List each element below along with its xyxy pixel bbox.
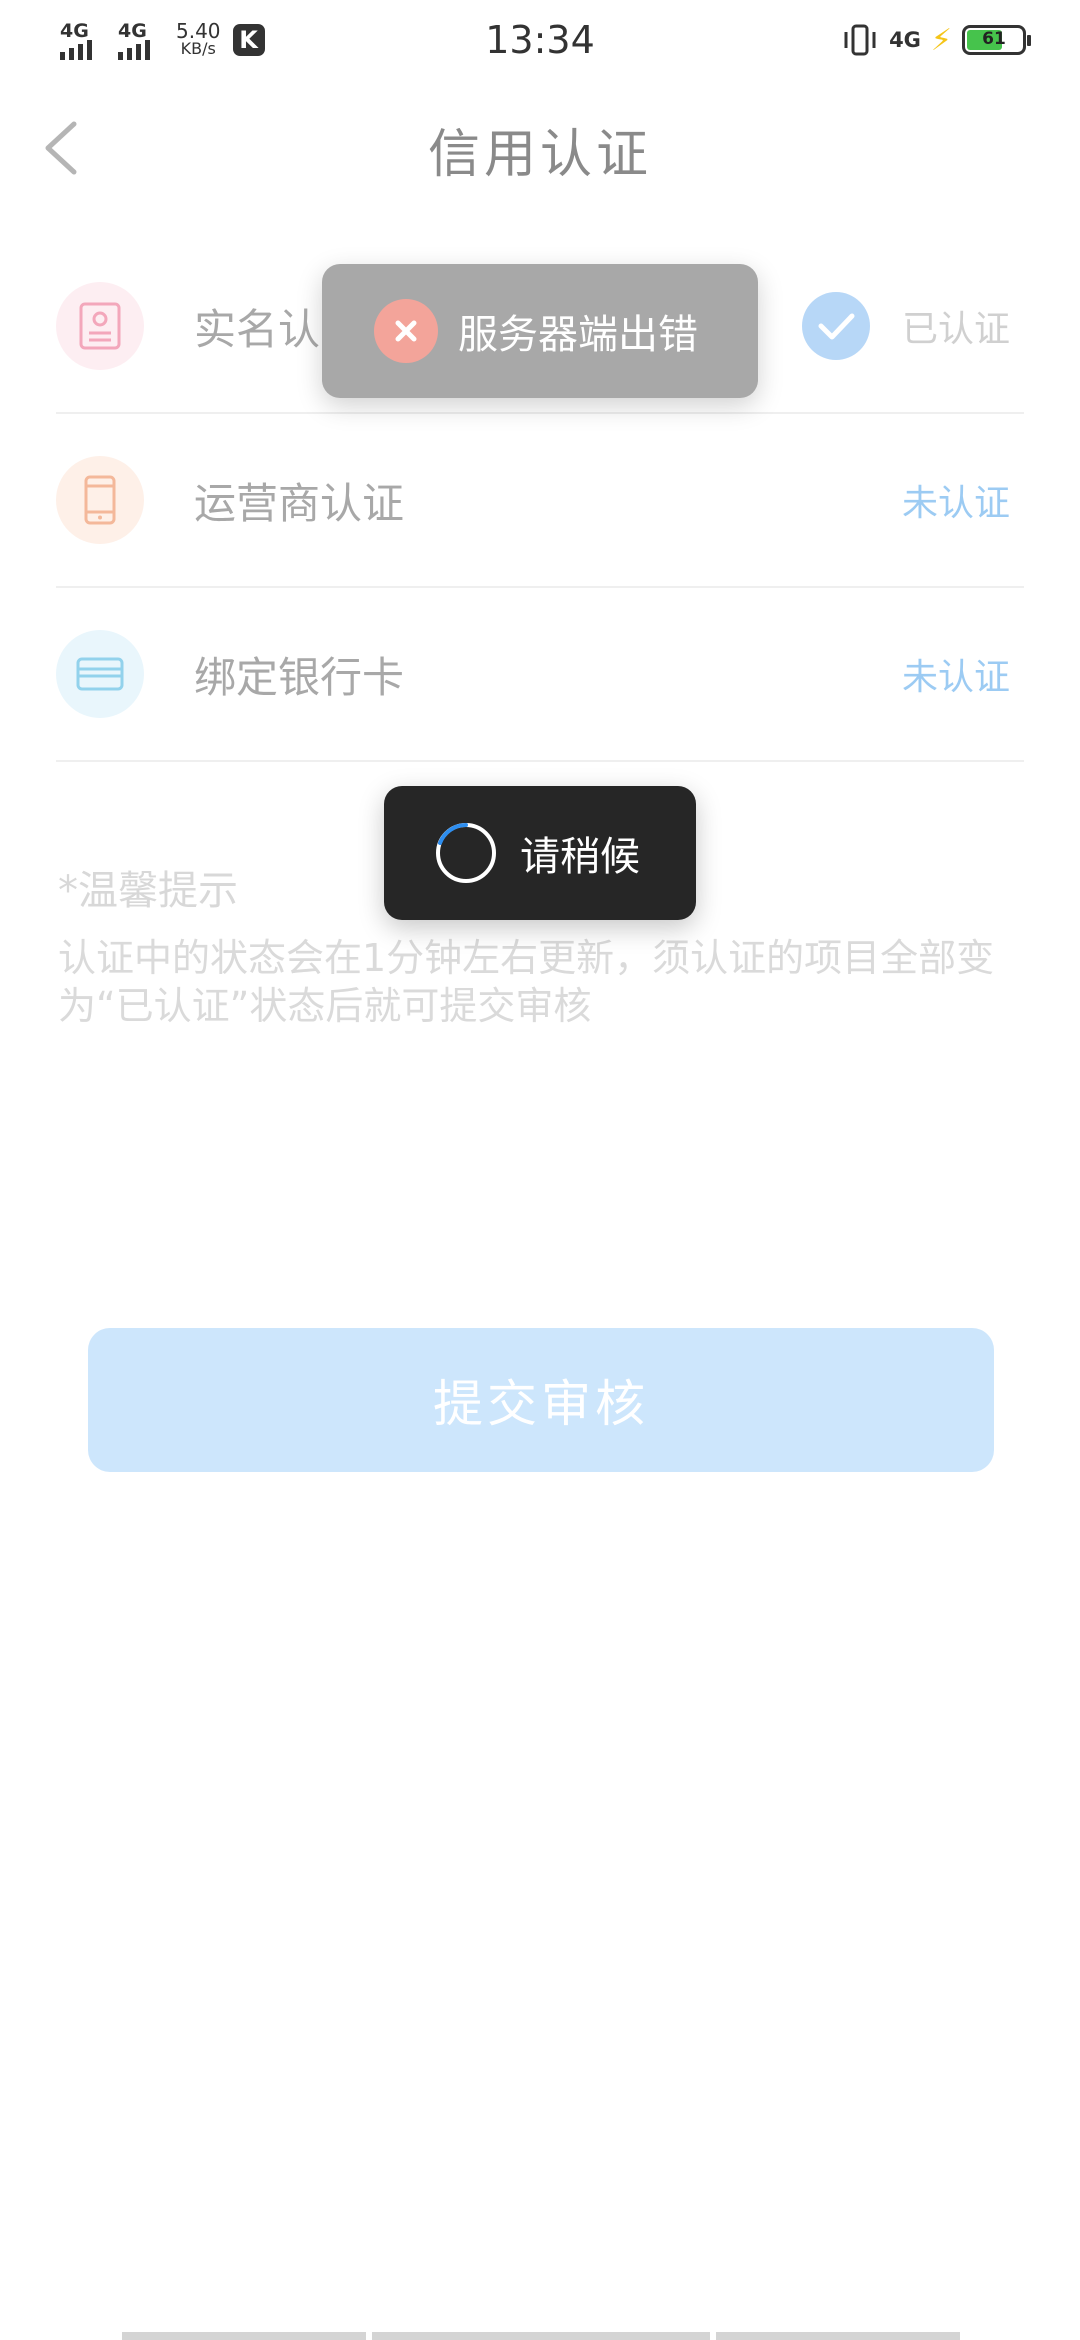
network-type: 4G bbox=[889, 28, 921, 52]
cert-status: 已认证 bbox=[901, 309, 1010, 350]
error-message: 服务器端出错 bbox=[458, 312, 698, 358]
status-right: 4G ⚡ 61 bbox=[841, 22, 1031, 58]
error-toast: 服务器端出错 bbox=[322, 264, 758, 398]
cert-row-carrier[interactable]: 运营商认证 未认证 bbox=[56, 414, 1024, 588]
error-icon bbox=[374, 299, 438, 363]
phone-icon bbox=[56, 456, 144, 544]
status-bar: 4G 4G 5.40 KB/s K 13:34 4G ⚡ 61 bbox=[0, 0, 1080, 84]
cert-status: 未认证 bbox=[901, 483, 1010, 524]
submit-button[interactable]: 提交审核 bbox=[88, 1328, 994, 1472]
loading-toast: 请稍候 bbox=[384, 786, 696, 920]
nav-gesture-bar bbox=[0, 2332, 1080, 2340]
vibrate-icon bbox=[844, 24, 876, 56]
battery-level: 61 bbox=[982, 29, 1006, 49]
loading-spinner-icon bbox=[436, 823, 496, 883]
tips-title: *温馨提示 bbox=[58, 868, 238, 914]
tips-body: 认证中的状态会在1分钟左右更新，须认证的项目全部变为“已认证”状态后就可提交审核 bbox=[58, 936, 995, 1028]
header: 信用认证 bbox=[0, 84, 1080, 204]
loading-message: 请稍候 bbox=[520, 834, 640, 880]
page-title: 信用认证 bbox=[427, 125, 652, 185]
charging-icon: ⚡ bbox=[930, 22, 952, 58]
cert-label: 运营商认证 bbox=[194, 479, 405, 528]
cert-row-bankcard[interactable]: 绑定银行卡 未认证 bbox=[56, 588, 1024, 762]
cert-label: 绑定银行卡 bbox=[194, 653, 405, 702]
check-icon bbox=[802, 292, 870, 360]
bank-card-icon bbox=[56, 630, 144, 718]
cert-status: 未认证 bbox=[901, 657, 1010, 698]
battery-icon: 61 bbox=[962, 25, 1031, 55]
id-card-icon bbox=[56, 282, 144, 370]
